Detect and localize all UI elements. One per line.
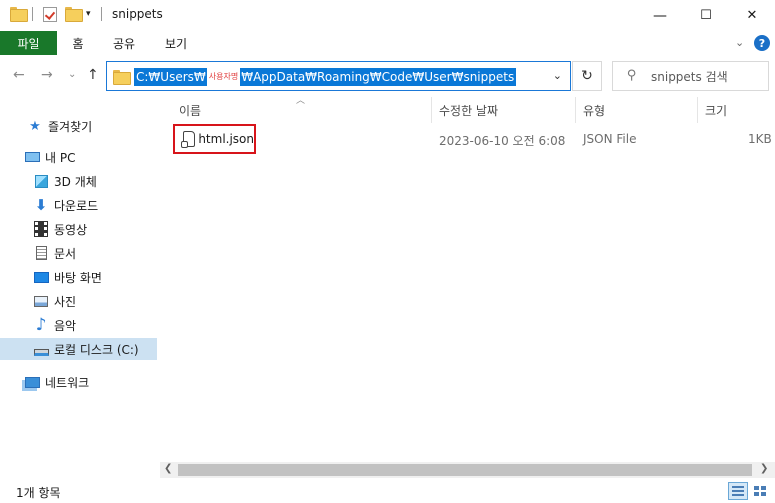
- large-icons-view-button[interactable]: [750, 482, 770, 500]
- item-count: 1개 항목: [16, 486, 61, 500]
- json-file-icon: [181, 131, 196, 148]
- scroll-right-icon[interactable]: ❯: [760, 463, 768, 474]
- sidebar-item-favorites[interactable]: ★ 즐겨찾기: [0, 115, 160, 137]
- refresh-icon: ↻: [581, 68, 593, 84]
- sidebar-item-music[interactable]: ♪ 음악: [0, 314, 160, 336]
- network-icon: [24, 374, 40, 390]
- file-name-highlight[interactable]: html.json: [173, 124, 256, 154]
- sidebar-item-label: 다운로드: [54, 198, 99, 213]
- address-bar[interactable]: C:₩Users₩ 사용자명 ₩AppData₩Roaming₩Code₩Use…: [106, 61, 571, 91]
- sidebar-item-label: 문서: [54, 246, 77, 261]
- search-icon: ⚲: [627, 68, 637, 83]
- tab-home[interactable]: 홈: [60, 31, 96, 55]
- sidebar-item-this-pc[interactable]: 내 PC: [0, 146, 160, 168]
- music-note-icon: ♪: [35, 315, 47, 335]
- column-header-name[interactable]: 이름: [179, 97, 201, 123]
- search-box[interactable]: ⚲: [612, 61, 769, 91]
- cube-3d-icon: [33, 173, 49, 189]
- scrollbar-thumb[interactable]: [178, 464, 752, 476]
- address-path-selected[interactable]: C:₩Users₩ 사용자명 ₩AppData₩Roaming₩Code₩Use…: [134, 68, 517, 86]
- navigation-pane: ★ 즐겨찾기 내 PC 3D 개체 ⬇ 다운로드 동영상 문서 바탕 화면 사진…: [0, 95, 160, 478]
- sidebar-item-videos[interactable]: 동영상: [0, 218, 160, 240]
- sidebar-item-label: 바탕 화면: [54, 270, 102, 285]
- folder-icon: [10, 7, 28, 22]
- sidebar-item-label: 네트워크: [45, 375, 90, 390]
- tab-share[interactable]: 공유: [101, 31, 147, 55]
- sidebar-item-label: 3D 개체: [54, 174, 97, 189]
- customize-quick-access-icon[interactable]: ▾: [86, 9, 91, 19]
- status-bar: 1개 항목: [0, 478, 775, 503]
- drive-icon: [33, 341, 49, 357]
- search-input[interactable]: [651, 68, 763, 86]
- details-view-icon: [732, 486, 744, 496]
- title-separator: [101, 7, 102, 21]
- file-name: html.json: [198, 132, 254, 146]
- document-icon: [33, 245, 49, 261]
- address-path-end: ₩AppData₩Roaming₩Code₩User₩snippets: [241, 70, 515, 84]
- expand-ribbon-chevron-icon[interactable]: ⌄: [735, 36, 744, 49]
- sidebar-item-label: 음악: [54, 318, 77, 333]
- picture-icon: [33, 293, 49, 309]
- star-icon: ★: [29, 118, 41, 134]
- sidebar-item-downloads[interactable]: ⬇ 다운로드: [0, 194, 160, 216]
- column-divider[interactable]: [697, 97, 698, 123]
- back-arrow-icon[interactable]: ←: [13, 67, 25, 83]
- tab-file[interactable]: 파일: [0, 31, 57, 55]
- sidebar-item-3d-objects[interactable]: 3D 개체: [0, 170, 160, 192]
- sidebar-item-documents[interactable]: 문서: [0, 242, 160, 264]
- computer-icon: [24, 149, 40, 165]
- title-bar: ▾ snippets — ☐ ✕: [0, 0, 775, 31]
- column-divider[interactable]: [575, 97, 576, 123]
- sidebar-item-label: 내 PC: [45, 150, 76, 165]
- maximize-button[interactable]: ☐: [683, 0, 729, 31]
- desktop-icon: [33, 269, 49, 285]
- quick-access-separator: [32, 7, 33, 21]
- sidebar-item-label: 즐겨찾기: [48, 119, 93, 134]
- properties-check-icon[interactable]: [43, 7, 57, 22]
- window-title: snippets: [112, 7, 163, 21]
- sidebar-item-label: 동영상: [54, 222, 88, 237]
- details-view-button[interactable]: [728, 482, 748, 500]
- file-type: JSON File: [583, 132, 637, 146]
- column-header-size[interactable]: 크기: [705, 97, 727, 123]
- horizontal-scrollbar[interactable]: ❮ ❯: [160, 462, 775, 478]
- column-header-type[interactable]: 유형: [583, 97, 605, 123]
- sidebar-item-desktop[interactable]: 바탕 화면: [0, 266, 160, 288]
- address-user-redacted: 사용자명: [206, 68, 241, 86]
- help-icon[interactable]: ?: [754, 35, 770, 51]
- new-folder-icon[interactable]: [65, 7, 83, 22]
- tab-view[interactable]: 보기: [153, 31, 199, 55]
- address-dropdown-chevron-icon[interactable]: ⌄: [553, 69, 562, 82]
- recent-locations-chevron-icon[interactable]: ⌄: [68, 69, 76, 80]
- refresh-button[interactable]: ↻: [572, 61, 602, 91]
- column-header-modified[interactable]: 수정한 날짜: [439, 97, 498, 123]
- address-path-start: C:₩Users₩: [136, 70, 206, 84]
- navigation-bar: ← → ⌄ ↑ C:₩Users₩ 사용자명 ₩AppData₩Roaming₩…: [0, 57, 775, 95]
- ribbon-tabs: 파일 홈 공유 보기 ⌄: [0, 31, 775, 55]
- file-modified: 2023-06-10 오전 6:08: [439, 134, 566, 148]
- minimize-button[interactable]: —: [637, 0, 683, 31]
- large-icons-view-icon: [754, 486, 766, 496]
- sidebar-item-pictures[interactable]: 사진: [0, 290, 160, 312]
- close-button[interactable]: ✕: [729, 0, 775, 31]
- file-size: 1KB: [748, 132, 772, 146]
- sidebar-item-local-disk[interactable]: 로컬 디스크 (C:): [0, 338, 157, 360]
- sidebar-item-network[interactable]: 네트워크: [0, 371, 160, 393]
- film-icon: [33, 221, 49, 237]
- address-folder-icon: [113, 70, 131, 85]
- column-divider[interactable]: [431, 97, 432, 123]
- scroll-left-icon[interactable]: ❮: [164, 463, 172, 474]
- sidebar-item-label: 사진: [54, 294, 77, 309]
- download-arrow-icon: ⬇: [34, 196, 48, 214]
- sidebar-item-label: 로컬 디스크 (C:): [54, 342, 139, 357]
- forward-arrow-icon[interactable]: →: [41, 67, 53, 83]
- sort-ascending-icon: ︿: [296, 96, 306, 106]
- up-arrow-icon[interactable]: ↑: [87, 67, 99, 83]
